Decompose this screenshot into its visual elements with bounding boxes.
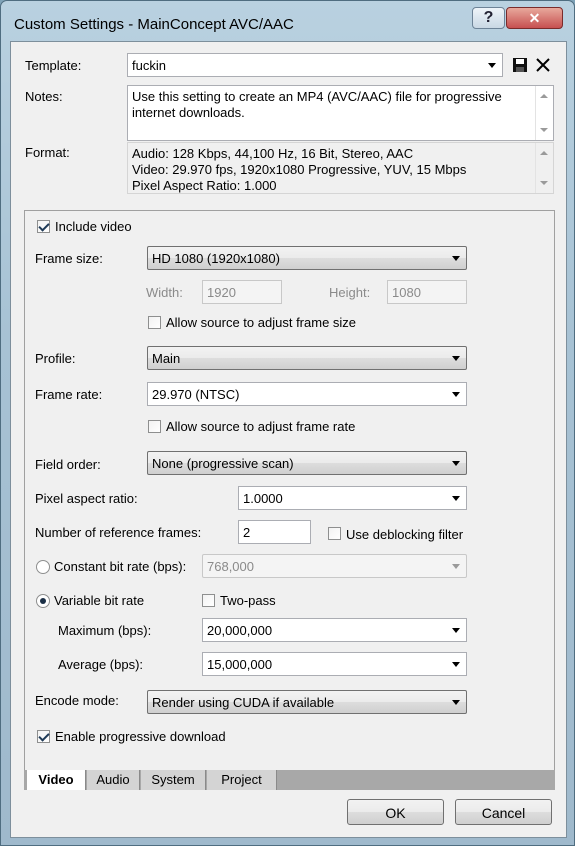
scroll-down-icon[interactable]	[540, 181, 548, 185]
allow-frame-rate-checkbox[interactable]	[148, 420, 161, 433]
average-value: 15,000,000	[207, 657, 273, 672]
video-settings-panel: Include video Frame size: HD 1080 (1920x…	[24, 210, 555, 790]
dialog-window: Custom Settings - MainConcept AVC/AAC ? …	[0, 0, 575, 846]
notes-scrollbar[interactable]	[535, 86, 553, 140]
include-video-label[interactable]: Include video	[55, 219, 132, 234]
cbr-radio[interactable]	[36, 560, 50, 574]
cancel-button[interactable]: Cancel	[455, 799, 552, 825]
chevron-down-icon	[452, 496, 460, 501]
field-order-value: None (progressive scan)	[152, 456, 294, 471]
tab-audio[interactable]: Audio	[87, 770, 140, 790]
pixel-aspect-select[interactable]: 1.0000	[238, 486, 467, 510]
maximum-value: 20,000,000	[207, 623, 273, 638]
template-value: fuckin	[132, 58, 166, 73]
width-label: Width:	[146, 285, 183, 300]
vbr-label[interactable]: Variable bit rate	[54, 593, 144, 608]
chevron-down-icon	[452, 628, 460, 633]
profile-value: Main	[152, 351, 181, 366]
vbr-radio[interactable]	[36, 594, 50, 608]
notes-field[interactable]: Use this setting to create an MP4 (AVC/A…	[127, 85, 554, 141]
close-button[interactable]: ✕	[506, 7, 563, 29]
cbr-label[interactable]: Constant bit rate (bps):	[54, 559, 186, 574]
template-combo[interactable]: fuckin	[127, 53, 503, 77]
chevron-down-icon	[488, 63, 496, 68]
profile-select[interactable]: Main	[147, 346, 467, 370]
title-bar[interactable]: Custom Settings - MainConcept AVC/AAC ? …	[1, 1, 575, 41]
template-label: Template:	[25, 58, 82, 73]
chevron-down-icon	[452, 564, 460, 569]
maximum-select[interactable]: 20,000,000	[202, 618, 467, 642]
format-video: Video: 29.970 fps, 1920x1080 Progressive…	[132, 162, 467, 177]
format-audio: Audio: 128 Kbps, 44,100 Hz, 16 Bit, Ster…	[132, 146, 414, 161]
window-title: Custom Settings - MainConcept AVC/AAC	[14, 16, 294, 33]
allow-frame-size-label[interactable]: Allow source to adjust frame size	[166, 315, 356, 330]
chevron-down-icon	[452, 662, 460, 667]
format-par: Pixel Aspect Ratio: 1.000	[132, 178, 277, 193]
delete-icon	[536, 58, 550, 72]
pixel-aspect-label: Pixel aspect ratio:	[35, 491, 138, 506]
ok-button[interactable]: OK	[347, 799, 444, 825]
format-field: Audio: 128 Kbps, 44,100 Hz, 16 Bit, Ster…	[127, 142, 554, 194]
profile-label: Profile:	[35, 351, 76, 366]
tab-video[interactable]: Video	[27, 770, 86, 790]
field-order-select[interactable]: None (progressive scan)	[147, 451, 467, 475]
cbr-select[interactable]: 768,000	[202, 554, 467, 578]
deblocking-label[interactable]: Use deblocking filter	[346, 527, 463, 542]
save-template-button[interactable]	[512, 57, 528, 73]
chevron-down-icon	[452, 700, 460, 705]
help-icon: ?	[483, 9, 494, 26]
progressive-download-checkbox[interactable]	[37, 730, 50, 743]
notes-text: Use this setting to create an MP4 (AVC/A…	[132, 89, 502, 120]
tab-strip: Video Audio System Project	[24, 770, 555, 790]
include-video-checkbox[interactable]	[37, 220, 50, 233]
frame-rate-label: Frame rate:	[35, 387, 103, 402]
delete-template-button[interactable]	[535, 57, 551, 73]
height-input[interactable]: 1080	[387, 280, 467, 304]
two-pass-label[interactable]: Two-pass	[220, 593, 276, 608]
encode-mode-label: Encode mode:	[35, 693, 119, 708]
cbr-value: 768,000	[207, 559, 254, 574]
frame-rate-value: 29.970 (NTSC)	[152, 387, 240, 402]
close-icon: ✕	[528, 9, 541, 26]
chevron-down-icon	[452, 461, 460, 466]
allow-frame-size-checkbox[interactable]	[148, 316, 161, 329]
encode-mode-select[interactable]: Render using CUDA if available	[147, 690, 467, 714]
average-select[interactable]: 15,000,000	[202, 652, 467, 676]
notes-label: Notes:	[25, 89, 63, 104]
height-label: Height:	[329, 285, 371, 300]
frame-size-value: HD 1080 (1920x1080)	[152, 251, 280, 266]
width-input[interactable]: 1920	[202, 280, 282, 304]
format-scrollbar[interactable]	[535, 143, 553, 193]
tab-project[interactable]: Project	[207, 770, 277, 790]
save-icon	[513, 58, 527, 72]
encode-mode-value: Render using CUDA if available	[152, 695, 335, 710]
frame-rate-select[interactable]: 29.970 (NTSC)	[147, 382, 467, 406]
chevron-down-icon	[452, 356, 460, 361]
maximum-label: Maximum (bps):	[58, 623, 152, 638]
format-label: Format:	[25, 145, 70, 160]
tab-system[interactable]: System	[141, 770, 206, 790]
dialog-client: Template: fuckin Notes: Use this setting…	[10, 41, 567, 838]
deblocking-checkbox[interactable]	[328, 527, 341, 540]
frame-size-select[interactable]: HD 1080 (1920x1080)	[147, 246, 467, 270]
frame-size-label: Frame size:	[35, 251, 103, 266]
ref-frames-input[interactable]: 2	[238, 520, 311, 544]
chevron-down-icon	[452, 392, 460, 397]
average-label: Average (bps):	[58, 657, 144, 672]
two-pass-checkbox[interactable]	[202, 594, 215, 607]
format-text: Audio: 128 Kbps, 44,100 Hz, 16 Bit, Ster…	[132, 146, 531, 194]
allow-frame-rate-label[interactable]: Allow source to adjust frame rate	[166, 419, 355, 434]
field-order-label: Field order:	[35, 457, 101, 472]
chevron-down-icon	[452, 256, 460, 261]
progressive-download-label[interactable]: Enable progressive download	[55, 729, 226, 744]
help-button[interactable]: ?	[472, 7, 505, 29]
pixel-aspect-value: 1.0000	[243, 491, 283, 506]
scroll-down-icon[interactable]	[540, 128, 548, 132]
ref-frames-label: Number of reference frames:	[35, 525, 202, 540]
scroll-up-icon[interactable]	[540, 151, 548, 155]
scroll-up-icon[interactable]	[540, 94, 548, 98]
